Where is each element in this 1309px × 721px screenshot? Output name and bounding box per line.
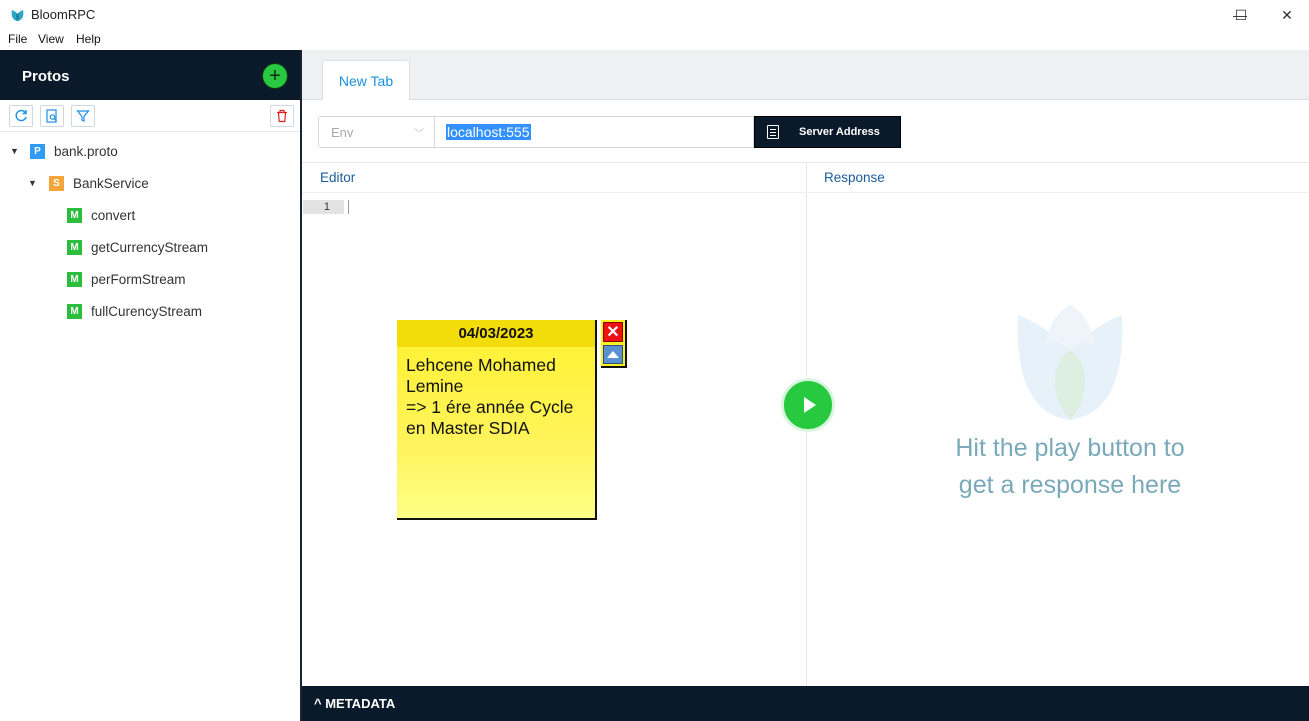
menu-view[interactable]: View [38,32,64,46]
protos-sidebar: Protos + ▼ P bank.proto ▼ S BankService … [0,50,302,721]
sidebar-header: Protos + [0,50,300,100]
menu-bar: File View Help [0,30,1309,50]
address-row: Env ﹀ localhost:555 Server Address [302,101,1309,163]
method-badge: M [67,207,82,223]
method-label: fullCurencyStream [91,303,203,319]
response-hint: Hit the play button to get a response he… [955,434,1185,499]
filter-icon [76,110,90,122]
proto-badge: P [30,143,45,159]
title-bar: BloomRPC — ☐ ✕ [0,0,1309,30]
close-icon: ✕ [1281,6,1293,23]
window-title: BloomRPC [31,7,96,22]
menu-file[interactable]: File [8,32,27,46]
maximize-button[interactable]: ☐ [1218,0,1264,30]
tree-node-method[interactable]: M fullCurencyStream [67,300,202,322]
sidebar-title: Protos [22,68,70,85]
sticky-rollup-icon[interactable] [603,345,623,364]
editor-header: Editor [302,163,807,193]
env-placeholder: Env [331,125,354,140]
response-header: Response [808,163,1309,193]
sticky-note-controls: ✕ [601,320,627,368]
method-badge: M [67,239,82,255]
tree-node-method[interactable]: M convert [67,204,135,226]
tree-node-method[interactable]: M getCurrencyStream [67,236,208,258]
sidebar-toolbar [0,100,300,132]
play-icon [804,397,816,413]
method-badge: M [67,303,82,319]
service-badge: S [49,175,64,191]
editor-cursor[interactable] [348,200,349,214]
sticky-note[interactable]: 04/03/2023 Lehcene Mohamed Lemine => 1 é… [397,320,597,520]
search-file-icon [46,109,57,123]
chevron-down-icon: ﹀ [414,129,424,140]
maximize-icon: ☐ [1234,6,1248,23]
tree-node-proto[interactable]: ▼ P bank.proto [10,140,118,162]
menu-help[interactable]: Help [76,32,101,46]
method-label: getCurrencyStream [91,239,209,255]
caret-down-icon[interactable]: ▼ [28,178,38,188]
method-label: convert [91,207,136,223]
metadata-toggle[interactable]: ^ METADATA [302,686,1309,721]
delete-all-button[interactable] [270,105,294,127]
tree-node-method[interactable]: M perFormStream [67,268,186,290]
server-icon [767,125,779,139]
tab-new[interactable]: New Tab [322,60,410,100]
tab-strip: New Tab [302,50,1309,100]
server-address-label: Server Address [799,126,880,138]
sticky-note-text[interactable]: Lehcene Mohamed Lemine => 1 ére année Cy… [406,355,594,439]
caret-down-icon[interactable]: ▼ [10,146,20,156]
service-label: BankService [73,175,149,191]
server-address-value: localhost:555 [446,124,531,140]
method-badge: M [67,271,82,287]
reload-protos-button[interactable] [9,105,33,127]
import-from-server-button[interactable] [40,105,64,127]
refresh-icon [15,109,27,122]
proto-label: bank.proto [54,143,118,159]
sticky-note-date: 04/03/2023 [397,320,595,347]
bloomrpc-logo-icon [11,9,24,22]
sticky-close-button[interactable]: ✕ [603,322,623,342]
line-number: 1 [303,200,344,214]
server-address-input[interactable]: localhost:555 [434,116,754,148]
tree-node-service[interactable]: ▼ S BankService [28,172,149,194]
filter-methods-button[interactable] [71,105,95,127]
trash-icon [277,109,287,123]
env-select[interactable]: Env ﹀ [318,116,435,148]
plus-icon: + [269,65,281,87]
close-window-button[interactable]: ✕ [1264,0,1309,30]
bloomrpc-tulip-icon [1017,305,1123,420]
server-address-button[interactable]: Server Address [754,116,901,148]
method-label: perFormStream [91,271,186,287]
play-button[interactable] [781,378,835,432]
add-proto-button[interactable]: + [262,63,288,89]
